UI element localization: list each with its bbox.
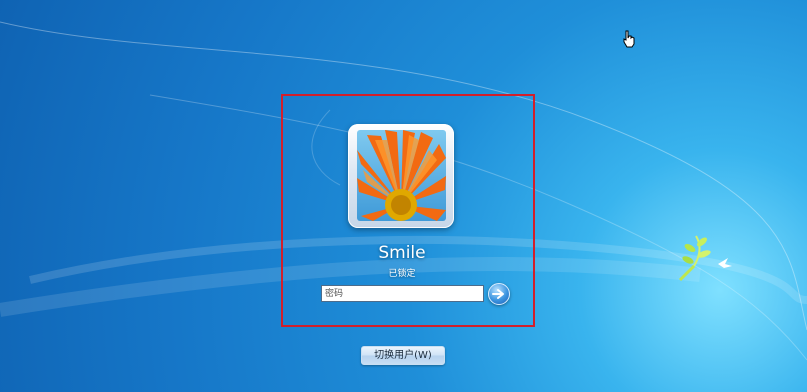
username-label: Smile: [378, 243, 426, 263]
hand-cursor-icon: [623, 30, 635, 48]
orange-flower-avatar: [357, 130, 446, 221]
avatar: [357, 130, 446, 221]
arrow-right-icon: [492, 289, 504, 299]
password-input[interactable]: [321, 285, 484, 302]
account-status-label: 已锁定: [388, 269, 416, 279]
submit-button[interactable]: [488, 283, 510, 305]
switch-user-button[interactable]: 切换用户(W): [361, 346, 445, 365]
bird-leaf-logo: [678, 235, 732, 282]
